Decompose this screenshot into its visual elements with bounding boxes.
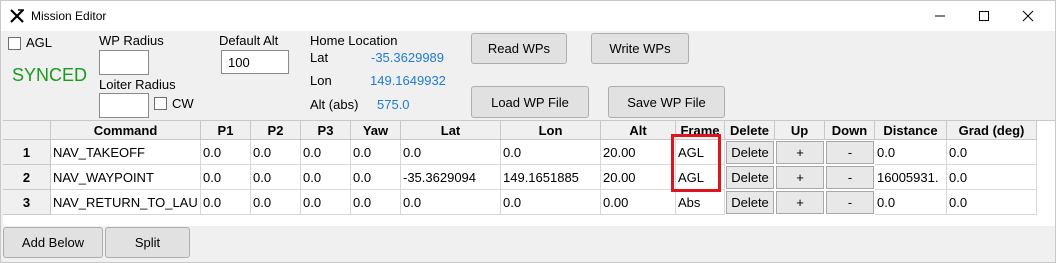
cell-command[interactable]: NAV_WAYPOINT bbox=[51, 165, 201, 190]
maximize-button[interactable] bbox=[961, 1, 1007, 31]
sync-status: SYNCED bbox=[12, 65, 88, 85]
add-below-button[interactable]: Add Below bbox=[3, 227, 103, 258]
cell-alt[interactable]: 0.00 bbox=[601, 190, 676, 215]
loiter-radius-input[interactable] bbox=[99, 93, 149, 118]
cell-lat[interactable]: -35.3629094 bbox=[401, 165, 501, 190]
cell-lat[interactable]: 0.0 bbox=[401, 190, 501, 215]
move-down-button[interactable]: - bbox=[826, 191, 874, 214]
header-grad: Grad (deg) bbox=[947, 121, 1037, 140]
header-yaw: Yaw bbox=[351, 121, 401, 140]
cell-p3[interactable]: 0.0 bbox=[301, 165, 351, 190]
move-down-button[interactable]: - bbox=[826, 141, 874, 164]
cell-yaw[interactable]: 0.0 bbox=[351, 165, 401, 190]
cw-checkbox[interactable] bbox=[154, 97, 167, 110]
cell-p3[interactable]: 0.0 bbox=[301, 190, 351, 215]
header-command: Command bbox=[51, 121, 201, 140]
minimize-icon bbox=[935, 15, 945, 17]
loiter-radius-label: Loiter Radius bbox=[99, 77, 176, 92]
header-p3: P3 bbox=[301, 121, 351, 140]
mission-editor-window: Mission Editor AGL SYNCED WP Radius Loit… bbox=[0, 0, 1056, 263]
waypoint-table: Command P1 P2 P3 Yaw Lat Lon Alt Frame D… bbox=[3, 120, 1055, 226]
minimize-button[interactable] bbox=[917, 1, 963, 31]
cell-p2[interactable]: 0.0 bbox=[251, 165, 301, 190]
agl-label: AGL bbox=[26, 35, 53, 50]
cell-p2[interactable]: 0.0 bbox=[251, 190, 301, 215]
cell-lon[interactable]: 149.1651885 bbox=[501, 165, 601, 190]
row-number[interactable]: 2 bbox=[3, 165, 51, 190]
header-up: Up bbox=[775, 121, 825, 140]
read-wps-button[interactable]: Read WPs bbox=[471, 33, 567, 64]
cell-alt[interactable]: 20.00 bbox=[601, 140, 676, 165]
row-number[interactable]: 3 bbox=[3, 190, 51, 215]
default-alt-label: Default Alt bbox=[219, 33, 279, 48]
cell-grad[interactable]: 0.0 bbox=[947, 165, 1037, 190]
agl-checkbox[interactable] bbox=[8, 37, 21, 50]
cell-p3[interactable]: 0.0 bbox=[301, 140, 351, 165]
cell-distance[interactable]: 0.0 bbox=[875, 190, 947, 215]
frame-highlight-box bbox=[671, 134, 721, 192]
move-up-button[interactable]: + bbox=[776, 191, 824, 214]
home-lat-label: Lat bbox=[310, 50, 329, 65]
cell-command[interactable]: NAV_TAKEOFF bbox=[51, 140, 201, 165]
cw-label: CW bbox=[172, 96, 194, 111]
header-alt: Alt bbox=[601, 121, 676, 140]
cell-yaw[interactable]: 0.0 bbox=[351, 190, 401, 215]
delete-button[interactable]: Delete bbox=[726, 141, 774, 164]
cell-p1[interactable]: 0.0 bbox=[201, 165, 251, 190]
cell-p2[interactable]: 0.0 bbox=[251, 140, 301, 165]
header-distance: Distance bbox=[875, 121, 947, 140]
row-number[interactable]: 1 bbox=[3, 140, 51, 165]
wp-radius-label: WP Radius bbox=[99, 33, 164, 48]
home-location-title: Home Location bbox=[310, 33, 398, 48]
header-lat: Lat bbox=[401, 121, 501, 140]
cell-frame[interactable]: Abs bbox=[676, 190, 725, 215]
header-down: Down bbox=[825, 121, 875, 140]
cell-grad[interactable]: 0.0 bbox=[947, 190, 1037, 215]
home-lat-value: -35.3629989 bbox=[371, 50, 445, 65]
move-up-button[interactable]: + bbox=[776, 166, 824, 189]
header-delete: Delete bbox=[725, 121, 775, 140]
cell-p1[interactable]: 0.0 bbox=[201, 190, 251, 215]
cell-lon[interactable]: 0.0 bbox=[501, 190, 601, 215]
split-button[interactable]: Split bbox=[105, 227, 190, 258]
home-alt-value: 575.0 bbox=[377, 97, 410, 112]
delete-button[interactable]: Delete bbox=[726, 191, 774, 214]
home-lon-value: 149.1649932 bbox=[370, 73, 446, 88]
header-p1: P1 bbox=[201, 121, 251, 140]
cell-lat[interactable]: 0.0 bbox=[401, 140, 501, 165]
home-alt-label: Alt (abs) bbox=[310, 97, 359, 112]
cell-alt[interactable]: 20.00 bbox=[601, 165, 676, 190]
cell-command[interactable]: NAV_RETURN_TO_LAU bbox=[51, 190, 201, 215]
cell-p1[interactable]: 0.0 bbox=[201, 140, 251, 165]
header-p2: P2 bbox=[251, 121, 301, 140]
delete-button[interactable]: Delete bbox=[726, 166, 774, 189]
write-wps-button[interactable]: Write WPs bbox=[591, 33, 689, 64]
title-bar: Mission Editor bbox=[1, 1, 1055, 31]
cell-yaw[interactable]: 0.0 bbox=[351, 140, 401, 165]
x-logo-icon bbox=[10, 9, 24, 23]
move-down-button[interactable]: - bbox=[826, 166, 874, 189]
default-alt-input[interactable]: 100 bbox=[221, 50, 289, 74]
wp-radius-input[interactable] bbox=[99, 50, 149, 75]
cell-lon[interactable]: 0.0 bbox=[501, 140, 601, 165]
cell-distance[interactable]: 0.0 bbox=[875, 140, 947, 165]
close-button[interactable] bbox=[1005, 1, 1051, 31]
window-title: Mission Editor bbox=[31, 9, 107, 23]
close-icon bbox=[1022, 10, 1034, 22]
load-wp-file-button[interactable]: Load WP File bbox=[471, 86, 589, 118]
maximize-icon bbox=[979, 11, 989, 21]
header-lon: Lon bbox=[501, 121, 601, 140]
home-lon-label: Lon bbox=[310, 73, 332, 88]
corner-header bbox=[3, 121, 51, 140]
move-up-button[interactable]: + bbox=[776, 141, 824, 164]
cell-grad[interactable]: 0.0 bbox=[947, 140, 1037, 165]
save-wp-file-button[interactable]: Save WP File bbox=[608, 86, 725, 118]
cell-distance[interactable]: 16005931. bbox=[875, 165, 947, 190]
